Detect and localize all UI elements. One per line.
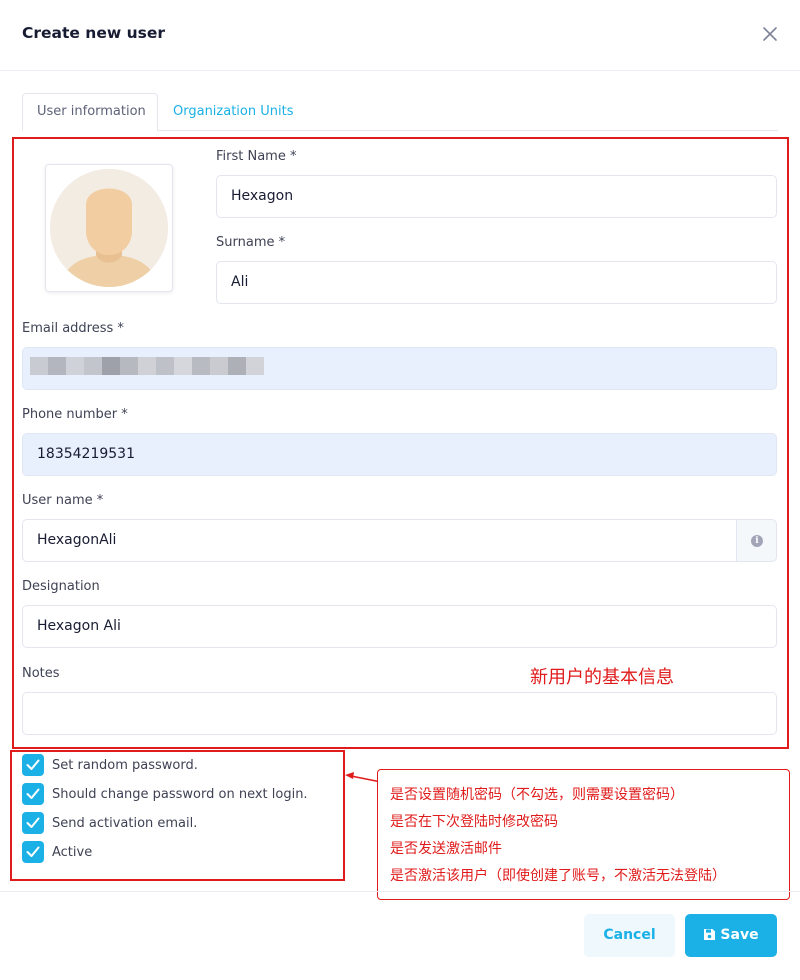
surname-input[interactable]: Ali (216, 261, 777, 304)
avatar-placeholder (50, 169, 168, 287)
callout-line: 是否激活该用户（即使创建了账号，不激活无法登陆） (390, 868, 726, 884)
tab-user-information[interactable]: User information (22, 93, 158, 131)
designation-input[interactable]: Hexagon Ali (22, 605, 777, 648)
save-icon (703, 916, 716, 959)
first-name-label: First Name * (216, 149, 297, 164)
modal-title: Create new user (22, 24, 165, 42)
annotation-callout: 是否设置随机密码（不勾选，则需要设置密码） 是否在下次登陆时修改密码 是否发送激… (377, 769, 790, 900)
annotation-section-title: 新用户的基本信息 (530, 667, 674, 688)
username-info-addon[interactable]: i (736, 519, 777, 562)
check-icon[interactable] (22, 841, 44, 863)
tab-organization-units[interactable]: Organization Units (158, 93, 308, 131)
save-button-label: Save (720, 927, 759, 943)
modal-header: Create new user (0, 0, 800, 71)
save-button[interactable]: Save (685, 914, 777, 957)
close-icon[interactable] (760, 24, 780, 44)
callout-line: 是否设置随机密码（不勾选，则需要设置密码） (390, 787, 684, 803)
email-label: Email address * (22, 321, 124, 336)
first-name-input[interactable]: Hexagon (216, 175, 777, 218)
checkbox-set-random-password[interactable]: Set random password. (22, 754, 198, 776)
notes-input[interactable] (22, 692, 777, 735)
surname-label: Surname * (216, 235, 286, 250)
callout-line: 是否发送激活邮件 (390, 841, 502, 857)
checkbox-active[interactable]: Active (22, 841, 92, 863)
designation-label: Designation (22, 579, 100, 594)
check-icon[interactable] (22, 783, 44, 805)
callout-line: 是否在下次登陆时修改密码 (390, 814, 558, 830)
notes-label: Notes (22, 666, 60, 681)
cancel-button[interactable]: Cancel (584, 914, 675, 957)
phone-input[interactable]: 18354219531 (22, 433, 777, 476)
check-icon[interactable] (22, 812, 44, 834)
check-icon[interactable] (22, 754, 44, 776)
username-label: User name * (22, 493, 104, 508)
username-input[interactable]: HexagonAli (22, 519, 737, 562)
tab-divider (158, 130, 778, 131)
checkbox-label: Set random password. (52, 757, 198, 773)
checkbox-change-password-next-login[interactable]: Should change password on next login. (22, 783, 308, 805)
checkbox-send-activation-email[interactable]: Send activation email. (22, 812, 197, 834)
checkbox-label: Active (52, 844, 93, 860)
avatar-frame[interactable] (45, 164, 173, 292)
checkbox-label: Should change password on next login. (52, 786, 308, 802)
redacted-email (30, 357, 264, 375)
checkbox-label: Send activation email. (52, 815, 198, 831)
phone-label: Phone number * (22, 407, 128, 422)
footer-divider (0, 891, 800, 892)
info-icon: i (751, 535, 763, 547)
